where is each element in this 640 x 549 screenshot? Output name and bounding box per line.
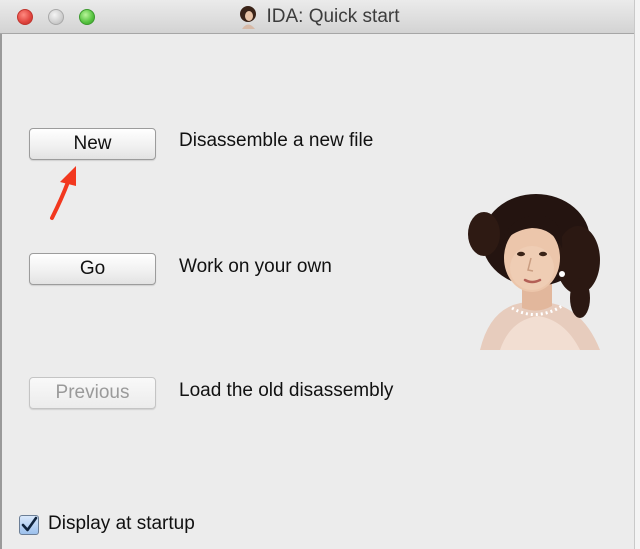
ida-portrait-image bbox=[468, 194, 600, 350]
previous-description: Load the old disassembly bbox=[179, 380, 394, 401]
previous-button: Previous bbox=[29, 377, 156, 409]
window-title: IDA: Quick start bbox=[266, 6, 400, 27]
display-at-startup-label[interactable]: Display at startup bbox=[48, 513, 195, 535]
title-wrap: IDA: Quick start bbox=[0, 0, 634, 34]
background-window-edge bbox=[634, 0, 640, 549]
quick-start-window: IDA: Quick start New Disassemble a new f… bbox=[0, 0, 634, 549]
go-description: Work on your own bbox=[179, 256, 332, 277]
checkmark-icon bbox=[21, 516, 38, 532]
red-arrow-annotation bbox=[50, 166, 76, 220]
title-bar[interactable]: IDA: Quick start bbox=[0, 0, 634, 34]
new-button[interactable]: New bbox=[29, 128, 156, 160]
portrait-icon bbox=[240, 6, 257, 29]
display-at-startup-checkbox[interactable] bbox=[19, 515, 39, 535]
go-button[interactable]: Go bbox=[29, 253, 156, 285]
window-edge bbox=[0, 34, 2, 549]
new-description: Disassemble a new file bbox=[179, 130, 374, 151]
